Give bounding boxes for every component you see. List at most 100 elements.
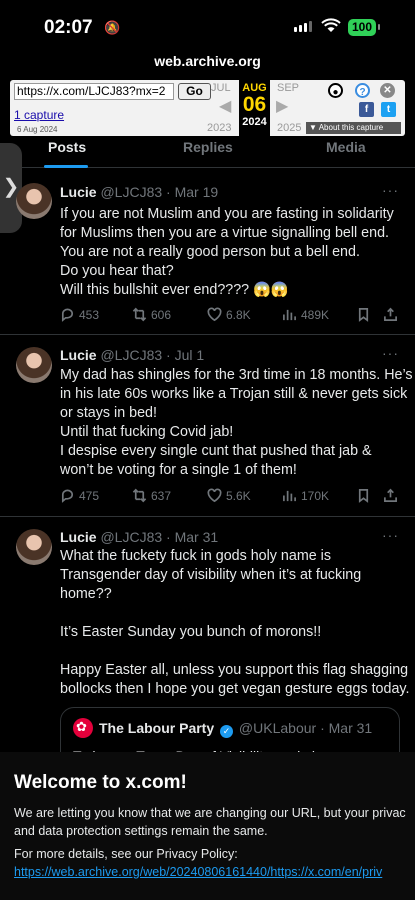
about-capture-button[interactable]: ▼ About this capture	[306, 122, 401, 134]
tweet-line: Will this bullshit ever end???? 😱😱	[60, 282, 289, 298]
help-icon[interactable]: ?	[355, 83, 370, 98]
tweet-line: You are not a really good person but a b…	[60, 244, 360, 260]
reply-button[interactable]: 453	[60, 307, 99, 322]
status-bar: 02:07 🔕 100	[0, 0, 415, 50]
tweet-line: Transgender day of visibility when it’s …	[60, 567, 362, 583]
more-icon[interactable]: ···	[382, 345, 399, 361]
views-icon	[283, 490, 296, 502]
verified-badge-icon: ✓	[220, 725, 234, 738]
share-icon	[384, 488, 397, 502]
current-capture-date: AUG 06 2024	[239, 80, 270, 136]
reply-count: 453	[79, 307, 100, 322]
profile-tabs: Posts Replies Media	[0, 136, 415, 168]
tweet-line: Happy Easter all, unless you support thi…	[60, 662, 409, 678]
reply-count: 475	[79, 488, 100, 503]
author-handle-date[interactable]: @LJCJ83 · Jul 1	[100, 347, 204, 363]
more-icon[interactable]: ···	[382, 182, 399, 198]
quoted-author-name: The Labour Party	[99, 720, 215, 736]
view-count: 489K	[301, 307, 330, 322]
account-icon[interactable]: ●	[328, 83, 343, 98]
author-name[interactable]: Lucie	[60, 347, 97, 363]
welcome-title: Welcome to x.com!	[14, 772, 187, 793]
repost-button[interactable]: 606	[132, 307, 171, 322]
capture-date: 6 Aug 2024	[17, 125, 58, 134]
avatar[interactable]	[16, 347, 52, 383]
share-icon	[384, 307, 397, 321]
tweet-text: If you are not Muslim and you are fastin…	[60, 205, 400, 300]
reply-icon	[61, 489, 73, 503]
reply-icon	[61, 308, 73, 322]
welcome-text: We are letting you know that we are chan…	[14, 806, 406, 820]
tweet-line: I despise every single cunt that pushed …	[60, 443, 372, 459]
author-handle-date[interactable]: @LJCJ83 · Mar 19	[100, 184, 218, 200]
tweet-line	[60, 604, 400, 623]
bookmark-icon	[358, 308, 369, 322]
author-name[interactable]: Lucie	[60, 529, 97, 545]
tweet[interactable]: Lucie @LJCJ83 · Mar 19 ··· If you are no…	[0, 169, 415, 335]
welcome-text: and data protection settings remain the …	[14, 824, 268, 838]
views-button[interactable]: 489K	[282, 307, 329, 322]
twitter-icon[interactable]: t	[381, 102, 396, 117]
repost-count: 606	[151, 307, 172, 322]
go-button[interactable]: Go	[178, 83, 211, 100]
tweet[interactable]: Lucie @LJCJ83 · Jul 1 ··· My dad has shi…	[0, 335, 415, 517]
wifi-icon	[321, 18, 341, 32]
prev-arrow-icon[interactable]: ◀	[219, 96, 231, 116]
privacy-policy-link[interactable]: https://web.archive.org/web/202408061614…	[14, 865, 382, 879]
current-year: 2024	[242, 116, 267, 128]
status-time: 02:07	[44, 17, 93, 38]
views-icon	[283, 309, 296, 321]
quoted-handle-date: @UKLabour · Mar 31	[238, 720, 373, 736]
avatar[interactable]	[16, 183, 52, 219]
author-name[interactable]: Lucie	[60, 184, 97, 200]
like-button[interactable]: 5.6K	[207, 488, 251, 503]
tweet-line: My dad has shingles for the 3rd time in …	[60, 367, 413, 383]
tweet-line: What the fuckety fuck in gods holy name …	[60, 548, 331, 564]
captures-link[interactable]: 1 capture	[14, 108, 64, 122]
tab-media[interactable]: Media	[326, 139, 366, 155]
wayback-url-input[interactable]: https://x.com/LJCJ83?mx=2	[14, 83, 174, 100]
tweet-line: It’s Easter Sunday you bunch of morons!!	[60, 624, 322, 640]
wayback-toolbar: https://x.com/LJCJ83?mx=2 Go 1 capture 6…	[10, 80, 405, 136]
prev-month[interactable]: JUL	[211, 82, 231, 94]
next-month[interactable]: SEP	[277, 82, 299, 94]
reply-button[interactable]: 475	[60, 488, 99, 503]
bookmark-button[interactable]	[356, 307, 371, 322]
share-button[interactable]	[383, 307, 398, 322]
welcome-text: For more details, see our Privacy Policy…	[14, 847, 238, 861]
tweet-actions: 453 606 6.8K 489K	[60, 307, 400, 325]
browser-url[interactable]: web.archive.org	[0, 50, 415, 78]
tweet-line: Until that fucking Covid jab!	[60, 424, 234, 440]
about-capture-label: About this capture	[318, 123, 384, 132]
views-button[interactable]: 170K	[282, 488, 329, 503]
share-button[interactable]	[383, 488, 398, 503]
like-button[interactable]: 6.8K	[207, 307, 251, 322]
more-icon[interactable]: ···	[382, 527, 399, 543]
heart-icon	[207, 488, 222, 503]
tab-replies[interactable]: Replies	[183, 139, 233, 155]
next-arrow-icon[interactable]: ▶	[276, 96, 288, 116]
tweet-line: If you are not Muslim and you are fastin…	[60, 206, 394, 222]
bell-muted-icon: 🔕	[104, 20, 121, 35]
close-icon[interactable]: ✕	[380, 83, 395, 98]
author-handle-date[interactable]: @LJCJ83 · Mar 31	[100, 529, 218, 545]
tweet-line: or stays in bed!	[60, 405, 157, 421]
tweet[interactable]: Lucie @LJCJ83 · Mar 31 ··· What the fuck…	[0, 517, 415, 767]
repost-icon	[132, 307, 147, 322]
view-count: 170K	[301, 488, 330, 503]
repost-icon	[132, 488, 147, 503]
tab-posts[interactable]: Posts	[48, 139, 86, 155]
tweet-line	[60, 642, 400, 661]
active-tab-indicator	[44, 165, 88, 168]
facebook-icon[interactable]: f	[359, 102, 374, 117]
bookmark-button[interactable]	[356, 488, 371, 503]
tweet-line: for Muslims then you are a virtue signal…	[60, 225, 389, 241]
avatar[interactable]	[16, 529, 52, 565]
prev-year[interactable]: 2023	[207, 122, 231, 134]
like-count: 5.6K	[226, 488, 251, 503]
next-year[interactable]: 2025	[277, 122, 301, 134]
tweet-text: What the fuckety fuck in gods holy name …	[60, 547, 409, 699]
labour-logo-icon	[73, 718, 93, 738]
cellular-signal-icon	[294, 21, 312, 32]
repost-button[interactable]: 637	[132, 488, 171, 503]
